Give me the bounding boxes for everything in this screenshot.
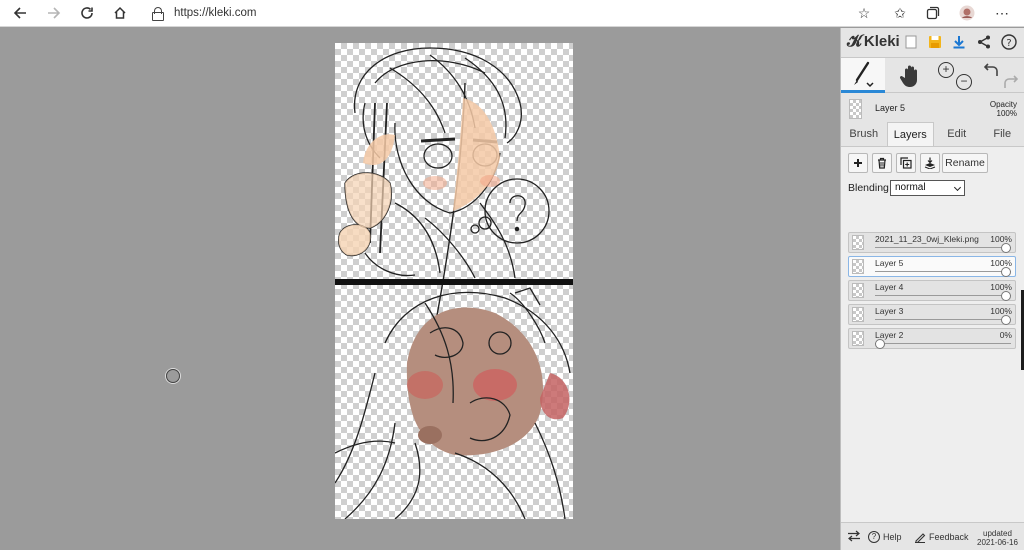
blending-label: Blending <box>848 182 889 194</box>
layer-name: Layer 5 <box>875 258 904 268</box>
tab-file[interactable]: File <box>980 122 1024 146</box>
address-bar[interactable]: https://kleki.com <box>144 3 884 23</box>
home-icon[interactable] <box>109 3 131 23</box>
plus-icon <box>854 159 862 167</box>
save-icon[interactable] <box>925 32 945 52</box>
feedback-button[interactable]: Feedback <box>914 531 969 543</box>
kleki-logo-icon: 𝓚 <box>847 32 862 50</box>
layer-opacity-slider[interactable] <box>875 247 1011 248</box>
layer-item[interactable]: Layer 5 100% <box>848 256 1016 277</box>
panel-footer: ? Help Feedback updated 2021-06-16 <box>841 522 1024 550</box>
zoom-out-icon[interactable]: − <box>956 74 972 90</box>
opacity-slider-handle[interactable] <box>1001 243 1011 253</box>
layer-opacity: 100% <box>990 306 1012 316</box>
brush-cursor <box>166 369 180 383</box>
profile-avatar-icon[interactable] <box>956 3 978 23</box>
tab-brush[interactable]: Brush <box>841 122 887 146</box>
svg-text:?: ? <box>1006 38 1011 49</box>
layer-opacity: 100% <box>990 282 1012 292</box>
lock-icon <box>152 7 164 21</box>
hand-icon <box>899 65 917 87</box>
layer-thumbnail <box>852 259 864 274</box>
favorites-icon[interactable]: ✩ <box>889 3 911 23</box>
artwork-drawing <box>335 47 573 519</box>
layer-thumbnail <box>852 331 864 346</box>
help-icon: ? <box>868 531 880 543</box>
layer-opacity-slider[interactable] <box>875 343 1011 344</box>
brush-tool-button[interactable] <box>841 58 885 93</box>
blending-mode-select[interactable]: normal <box>890 180 965 196</box>
reload-icon[interactable] <box>76 3 98 23</box>
trash-icon <box>878 157 886 169</box>
updated-label: updated <box>983 529 1012 538</box>
panel-tabs: Brush Layers Edit File <box>841 122 1024 146</box>
share-icon[interactable] <box>974 32 994 52</box>
rename-layer-button[interactable]: Rename <box>942 153 988 173</box>
layer-opacity-slider[interactable] <box>875 271 1011 272</box>
new-file-icon[interactable] <box>901 32 921 52</box>
collections-icon[interactable] <box>922 3 944 23</box>
updated-date: 2021-06-16 <box>977 538 1018 547</box>
zoom-in-icon[interactable]: + <box>938 62 954 78</box>
current-layer-header: Layer 5 Opacity 100% <box>841 96 1024 122</box>
layer-item[interactable]: 2021_11_23_0wj_Kleki.png 100% <box>848 232 1016 253</box>
tab-layers[interactable]: Layers <box>886 122 934 146</box>
layer-name: Layer 4 <box>875 282 904 292</box>
merge-down-icon <box>924 157 936 169</box>
help-circle-icon[interactable]: ? <box>999 32 1019 52</box>
opacity-label: Opacity <box>989 100 1017 109</box>
browser-toolbar: https://kleki.com ☆ ✩ ⋯ <box>0 0 1024 27</box>
current-layer-thumbnail <box>849 99 862 119</box>
more-options-icon[interactable]: ⋯ <box>991 3 1013 23</box>
current-layer-opacity: Opacity 100% <box>990 100 1017 118</box>
opacity-slider-handle[interactable] <box>1001 315 1011 325</box>
back-icon[interactable] <box>9 3 31 23</box>
opacity-slider-handle[interactable] <box>1001 267 1011 277</box>
undo-icon[interactable] <box>983 63 1000 79</box>
add-layer-button[interactable] <box>848 153 868 173</box>
layer-item[interactable]: Layer 3 100% <box>848 304 1016 325</box>
layer-name: 2021_11_23_0wj_Kleki.png <box>875 234 979 244</box>
logo-text: Kleki <box>863 33 900 50</box>
duplicate-layer-button[interactable] <box>896 153 916 173</box>
merge-down-button[interactable] <box>920 153 940 173</box>
brush-icon <box>854 61 874 88</box>
tools-row: + − <box>841 57 1024 93</box>
star-icon[interactable]: ☆ <box>853 3 875 23</box>
swap-sides-icon[interactable] <box>847 530 861 542</box>
opacity-slider-handle[interactable] <box>875 339 885 349</box>
layer-name: Layer 3 <box>875 306 904 316</box>
kleki-logo: 𝓚 Kleki <box>847 33 900 51</box>
layer-thumbnail <box>852 307 864 322</box>
hand-tool-button[interactable] <box>895 61 925 91</box>
feedback-icon <box>915 533 926 543</box>
url-text: https://kleki.com <box>174 7 257 19</box>
feedback-label: Feedback <box>929 532 969 542</box>
layer-opacity: 100% <box>990 234 1012 244</box>
duplicate-icon <box>900 157 912 169</box>
help-label: Help <box>883 532 902 542</box>
layer-opacity-slider[interactable] <box>875 319 1011 320</box>
tab-edit[interactable]: Edit <box>934 122 980 146</box>
download-icon[interactable] <box>949 32 969 52</box>
layer-thumbnail <box>852 235 864 250</box>
opacity-slider-handle[interactable] <box>1001 291 1011 301</box>
layers-panel: Rename Blending normal 2021_11_23_0wj_Kl… <box>841 146 1024 522</box>
layer-item[interactable]: Layer 2 0% <box>848 328 1016 349</box>
redo-icon[interactable] <box>1002 75 1019 91</box>
forward-icon[interactable] <box>43 3 65 23</box>
drawing-canvas[interactable] <box>335 43 573 519</box>
layer-opacity: 100% <box>990 258 1012 268</box>
delete-layer-button[interactable] <box>872 153 892 173</box>
opacity-value: 100% <box>996 109 1017 118</box>
layer-opacity-slider[interactable] <box>875 295 1011 296</box>
layer-thumbnail <box>852 283 864 298</box>
updated-info: updated 2021-06-16 <box>977 529 1018 547</box>
current-layer-name: Layer 5 <box>875 103 906 113</box>
right-panel: 𝓚 Kleki ? + − Layer 5 Opacity 100% Brush… <box>840 28 1024 550</box>
layer-item[interactable]: Layer 4 100% <box>848 280 1016 301</box>
layer-opacity: 0% <box>999 330 1012 340</box>
help-button[interactable]: ? Help <box>868 531 902 543</box>
